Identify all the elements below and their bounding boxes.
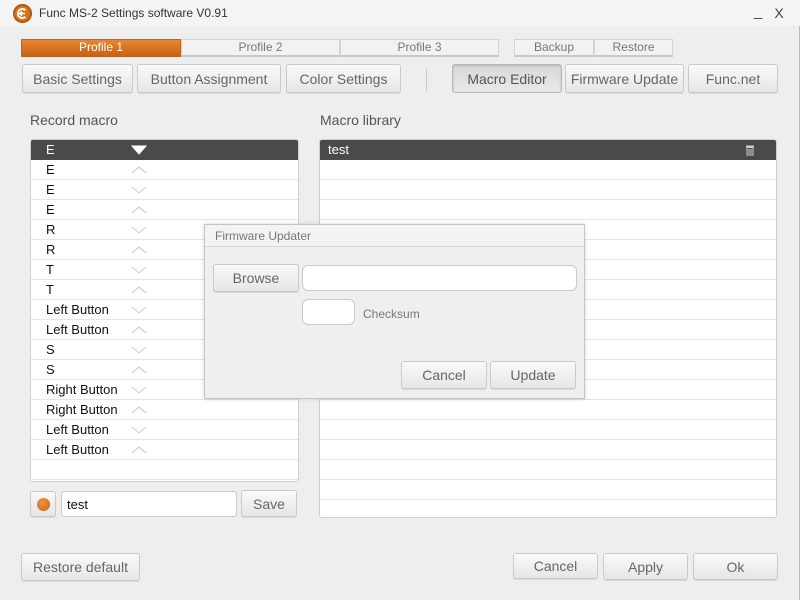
macro-event-row[interactable]: E [31, 180, 298, 200]
macro-event-key: R [46, 242, 56, 257]
record-button[interactable] [30, 491, 56, 517]
func-net-button[interactable]: Func.net [688, 64, 778, 93]
key-down-arrow-icon [131, 186, 147, 194]
library-item-row[interactable]: test [320, 140, 776, 160]
firmware-update-button[interactable]: Firmware Update [565, 64, 684, 93]
macro-event-key: E [46, 142, 55, 157]
key-down-arrow-icon [131, 226, 147, 234]
main-window: Func MS-2 Settings software V0.91 _ X Pr… [0, 0, 800, 600]
checksum-input[interactable] [302, 299, 355, 325]
record-icon [37, 498, 50, 511]
library-item-row[interactable] [320, 420, 776, 440]
cancel-button[interactable]: Cancel [513, 553, 598, 579]
key-down-arrow-icon [131, 346, 147, 354]
macro-editor-button[interactable]: Macro Editor [452, 64, 562, 93]
library-item-row[interactable] [320, 180, 776, 200]
library-item-row[interactable] [320, 400, 776, 420]
trash-icon[interactable] [744, 144, 756, 156]
library-item-row[interactable] [320, 500, 776, 517]
restore-default-button[interactable]: Restore default [21, 553, 140, 581]
color-settings-button[interactable]: Color Settings [286, 64, 401, 93]
browse-button[interactable]: Browse [213, 264, 299, 292]
macro-event-key: E [46, 182, 55, 197]
dialog-cancel-button[interactable]: Cancel [401, 361, 487, 389]
library-item-row[interactable] [320, 480, 776, 500]
backup-button[interactable]: Backup [514, 39, 594, 57]
key-up-arrow-icon [131, 166, 147, 174]
dialog-update-button[interactable]: Update [490, 361, 576, 389]
minimize-button[interactable]: _ [750, 3, 766, 20]
key-up-arrow-icon [131, 406, 147, 414]
macro-event-key: S [46, 362, 55, 377]
macro-event-key: R [46, 222, 56, 237]
key-up-arrow-icon [131, 366, 147, 374]
macro-event-key: E [46, 202, 55, 217]
library-item-row[interactable] [320, 200, 776, 220]
macro-event-key: Left Button [46, 442, 109, 457]
key-down-arrow-icon [131, 266, 147, 274]
library-item-row[interactable] [320, 160, 776, 180]
macro-event-row[interactable]: E [31, 160, 298, 180]
macro-event-key: Left Button [46, 422, 109, 437]
macro-event-row[interactable]: E [31, 200, 298, 220]
macro-event-row[interactable]: E [31, 140, 298, 160]
macro-event-key: Right Button [46, 382, 118, 397]
title-bar: Func MS-2 Settings software V0.91 _ X [0, 0, 800, 26]
restore-button[interactable]: Restore [594, 39, 673, 57]
macro-library-label: Macro library [320, 112, 401, 128]
macro-name-input[interactable] [61, 491, 237, 517]
macro-event-row[interactable]: Left Button [31, 440, 298, 460]
tab-profile-1[interactable]: Profile 1 [21, 39, 181, 57]
library-item-row[interactable] [320, 460, 776, 480]
tab-profile-2[interactable]: Profile 2 [181, 39, 340, 57]
macro-event-row[interactable] [31, 460, 298, 480]
macro-event-key: Right Button [46, 402, 118, 417]
window-title: Func MS-2 Settings software V0.91 [39, 6, 228, 20]
macro-event-key: S [46, 342, 55, 357]
func-logo-icon [13, 4, 32, 23]
apply-button[interactable]: Apply [603, 553, 688, 580]
basic-settings-button[interactable]: Basic Settings [22, 64, 133, 93]
close-button[interactable]: X [771, 5, 787, 21]
dialog-title-bar: Firmware Updater [205, 225, 584, 247]
key-up-arrow-icon [131, 286, 147, 294]
firmware-updater-dialog: Firmware Updater Browse Checksum Cancel … [204, 224, 585, 399]
button-assignment-button[interactable]: Button Assignment [137, 64, 281, 93]
library-item-name: test [328, 142, 349, 157]
key-down-arrow-icon [131, 386, 147, 394]
nav-divider [426, 68, 427, 92]
macro-event-key: T [46, 282, 54, 297]
key-up-arrow-icon [131, 246, 147, 254]
key-up-arrow-icon [131, 206, 147, 214]
save-button[interactable]: Save [241, 490, 297, 517]
key-up-arrow-icon [131, 446, 147, 454]
macro-event-row[interactable]: Left Button [31, 420, 298, 440]
macro-event-key: E [46, 162, 55, 177]
ok-button[interactable]: Ok [693, 553, 778, 580]
tab-profile-3[interactable]: Profile 3 [340, 39, 499, 57]
firmware-path-input[interactable] [302, 265, 577, 291]
key-down-arrow-icon [131, 145, 147, 155]
key-down-arrow-icon [131, 306, 147, 314]
macro-event-key: Left Button [46, 302, 109, 317]
dialog-title: Firmware Updater [215, 229, 312, 243]
record-macro-label: Record macro [30, 112, 118, 128]
key-up-arrow-icon [131, 326, 147, 334]
macro-event-key: T [46, 262, 54, 277]
macro-event-key: Left Button [46, 322, 109, 337]
library-item-row[interactable] [320, 440, 776, 460]
checksum-label: Checksum [363, 307, 420, 321]
key-down-arrow-icon [131, 426, 147, 434]
macro-event-row[interactable]: Right Button [31, 400, 298, 420]
